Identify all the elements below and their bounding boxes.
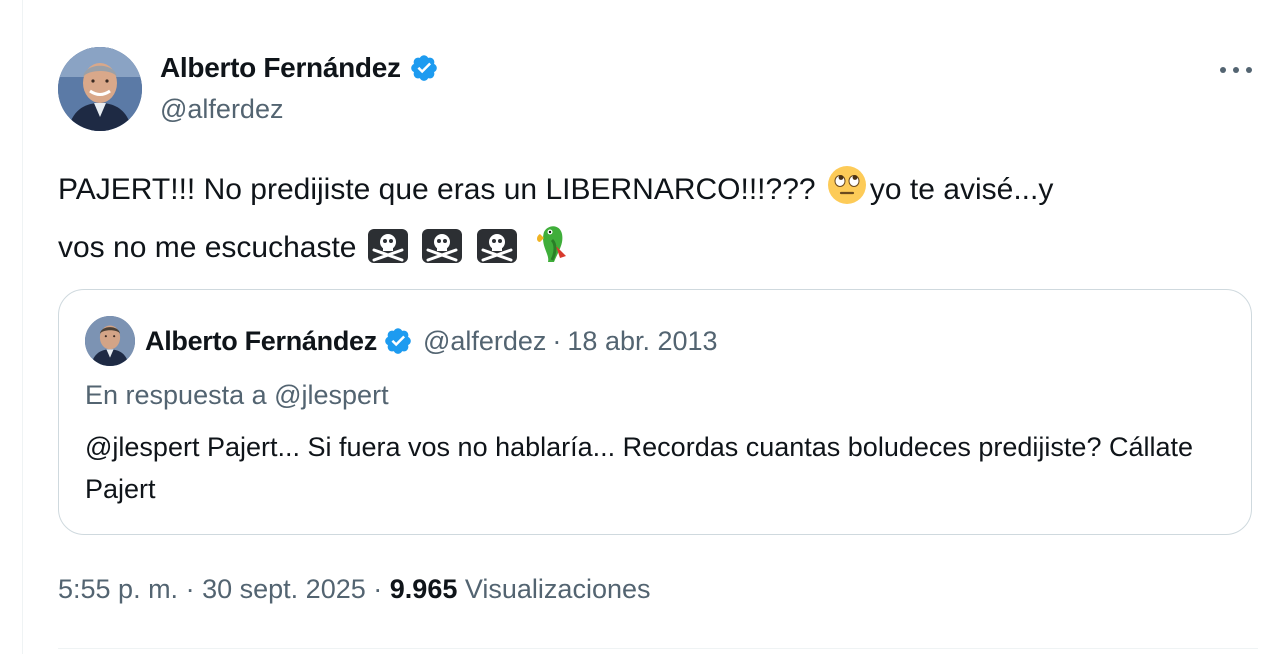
tweet-text: PAJERT!!! No predijiste que eras un LIBE… — [58, 164, 1248, 280]
tweet-text-part2: yo te avisé...y — [869, 173, 1054, 206]
author-name-row: Alberto Fernández — [160, 52, 439, 84]
bottom-divider — [58, 648, 1258, 649]
author-avatar[interactable] — [58, 47, 142, 131]
timeline-divider — [22, 0, 23, 654]
face-with-rolling-eyes-icon — [826, 164, 868, 222]
tweet: Alberto Fernández @alferdez PAJERT!!! No… — [58, 0, 1258, 654]
author-name[interactable]: Alberto Fernández — [160, 52, 401, 84]
quoted-reply-to: En respuesta a @jlespert — [85, 380, 389, 410]
skull-and-crossbones-icon — [421, 228, 463, 280]
verified-badge-icon — [410, 55, 437, 81]
parrot-icon — [530, 222, 570, 280]
tweet-text-part1: PAJERT!!! No predijiste que eras un LIBE… — [58, 173, 816, 206]
quoted-author-handle: @alferdez — [422, 325, 547, 356]
meta-separator: · — [185, 574, 195, 604]
quoted-tweet-date: 18 abr. 2013 — [567, 325, 718, 356]
tweet-text-line2: vos no me escuchaste — [58, 231, 357, 264]
profile-photo-icon — [58, 47, 142, 131]
quoted-tweet-card[interactable]: Alberto Fernández @alferdez · 18 abr. 20… — [58, 289, 1252, 535]
quoted-author-name: Alberto Fernández — [145, 325, 377, 356]
tweet-metadata: 5:55 p. m. · 30 sept. 2025 · 9.965 Visua… — [58, 574, 651, 605]
meta-separator: · — [373, 574, 383, 604]
more-dots-icon — [1220, 67, 1252, 73]
quoted-author-avatar[interactable] — [85, 316, 135, 366]
quoted-meta-separator: · — [552, 325, 562, 356]
verified-badge-icon — [385, 328, 411, 354]
author-handle[interactable]: @alferdez — [160, 94, 283, 125]
views-count: 9.965 — [389, 574, 458, 604]
quoted-tweet-text: @jlespert Pajert... Si fuera vos no habl… — [85, 432, 1194, 504]
skull-and-crossbones-icon — [367, 228, 409, 280]
tweet-date[interactable]: 30 sept. 2025 — [202, 574, 366, 604]
tweet-time[interactable]: 5:55 p. m. — [58, 574, 178, 604]
quoted-tweet-header: Alberto Fernández @alferdez · 18 abr. 20… — [85, 316, 718, 366]
skull-and-crossbones-icon — [476, 228, 518, 280]
more-options-button[interactable] — [1216, 56, 1256, 84]
profile-photo-icon — [85, 316, 135, 366]
views-label: Visualizaciones — [464, 574, 651, 604]
